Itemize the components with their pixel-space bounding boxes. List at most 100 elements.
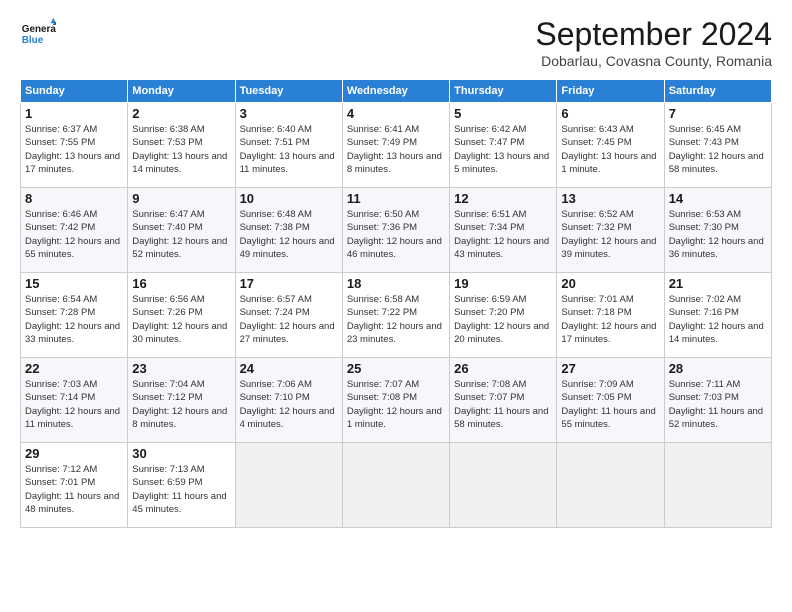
day-info: Sunrise: 6:50 AM Sunset: 7:36 PM Dayligh… xyxy=(347,208,445,261)
day-info: Sunrise: 6:45 AM Sunset: 7:43 PM Dayligh… xyxy=(669,123,767,176)
day-number: 30 xyxy=(132,446,230,461)
day-number: 6 xyxy=(561,106,659,121)
day-number: 24 xyxy=(240,361,338,376)
day-number: 16 xyxy=(132,276,230,291)
calendar-cell: 4 Sunrise: 6:41 AM Sunset: 7:49 PM Daylig… xyxy=(342,103,449,188)
day-info: Sunrise: 7:01 AM Sunset: 7:18 PM Dayligh… xyxy=(561,293,659,346)
title-block: September 2024 Dobarlau, Covasna County,… xyxy=(535,16,772,69)
svg-text:Blue: Blue xyxy=(22,35,44,46)
calendar-cell xyxy=(664,443,771,528)
day-info: Sunrise: 6:51 AM Sunset: 7:34 PM Dayligh… xyxy=(454,208,552,261)
day-info: Sunrise: 6:48 AM Sunset: 7:38 PM Dayligh… xyxy=(240,208,338,261)
day-number: 3 xyxy=(240,106,338,121)
day-number: 22 xyxy=(25,361,123,376)
page-header: General Blue September 2024 Dobarlau, Co… xyxy=(20,16,772,69)
calendar-cell: 12 Sunrise: 6:51 AM Sunset: 7:34 PM Dayli… xyxy=(450,188,557,273)
location-title: Dobarlau, Covasna County, Romania xyxy=(535,53,772,69)
day-info: Sunrise: 6:41 AM Sunset: 7:49 PM Dayligh… xyxy=(347,123,445,176)
day-info: Sunrise: 6:37 AM Sunset: 7:55 PM Dayligh… xyxy=(25,123,123,176)
calendar-week-2: 8 Sunrise: 6:46 AM Sunset: 7:42 PM Daylig… xyxy=(21,188,772,273)
day-info: Sunrise: 7:04 AM Sunset: 7:12 PM Dayligh… xyxy=(132,378,230,431)
day-info: Sunrise: 6:59 AM Sunset: 7:20 PM Dayligh… xyxy=(454,293,552,346)
day-info: Sunrise: 6:47 AM Sunset: 7:40 PM Dayligh… xyxy=(132,208,230,261)
calendar-cell: 10 Sunrise: 6:48 AM Sunset: 7:38 PM Dayli… xyxy=(235,188,342,273)
calendar-week-5: 29 Sunrise: 7:12 AM Sunset: 7:01 PM Dayli… xyxy=(21,443,772,528)
day-number: 4 xyxy=(347,106,445,121)
day-number: 12 xyxy=(454,191,552,206)
day-number: 15 xyxy=(25,276,123,291)
calendar-header-monday: Monday xyxy=(128,80,235,103)
calendar-cell: 20 Sunrise: 7:01 AM Sunset: 7:18 PM Dayli… xyxy=(557,273,664,358)
calendar-cell: 29 Sunrise: 7:12 AM Sunset: 7:01 PM Dayli… xyxy=(21,443,128,528)
logo: General Blue xyxy=(20,16,56,52)
calendar-cell: 16 Sunrise: 6:56 AM Sunset: 7:26 PM Dayli… xyxy=(128,273,235,358)
day-info: Sunrise: 7:12 AM Sunset: 7:01 PM Dayligh… xyxy=(25,463,123,516)
day-number: 14 xyxy=(669,191,767,206)
calendar-cell: 13 Sunrise: 6:52 AM Sunset: 7:32 PM Dayli… xyxy=(557,188,664,273)
calendar-cell: 14 Sunrise: 6:53 AM Sunset: 7:30 PM Dayli… xyxy=(664,188,771,273)
calendar-week-3: 15Sunrise: 6:54 AM Sunset: 7:28 PM Dayli… xyxy=(21,273,772,358)
calendar-cell: 24 Sunrise: 7:06 AM Sunset: 7:10 PM Dayli… xyxy=(235,358,342,443)
calendar-cell xyxy=(450,443,557,528)
calendar-header-friday: Friday xyxy=(557,80,664,103)
calendar-header-tuesday: Tuesday xyxy=(235,80,342,103)
calendar-cell: 17 Sunrise: 6:57 AM Sunset: 7:24 PM Dayli… xyxy=(235,273,342,358)
day-info: Sunrise: 6:40 AM Sunset: 7:51 PM Dayligh… xyxy=(240,123,338,176)
day-number: 26 xyxy=(454,361,552,376)
day-number: 17 xyxy=(240,276,338,291)
day-number: 10 xyxy=(240,191,338,206)
day-info: Sunrise: 7:07 AM Sunset: 7:08 PM Dayligh… xyxy=(347,378,445,431)
svg-text:General: General xyxy=(22,24,56,35)
calendar-cell: 28Sunrise: 7:11 AM Sunset: 7:03 PM Dayli… xyxy=(664,358,771,443)
day-info: Sunrise: 7:13 AM Sunset: 6:59 PM Dayligh… xyxy=(132,463,230,516)
calendar-cell: 30 Sunrise: 7:13 AM Sunset: 6:59 PM Dayli… xyxy=(128,443,235,528)
calendar-cell: 18 Sunrise: 6:58 AM Sunset: 7:22 PM Dayli… xyxy=(342,273,449,358)
day-number: 7 xyxy=(669,106,767,121)
day-number: 5 xyxy=(454,106,552,121)
calendar-header-sunday: Sunday xyxy=(21,80,128,103)
calendar-cell xyxy=(342,443,449,528)
calendar-cell: 6 Sunrise: 6:43 AM Sunset: 7:45 PM Daylig… xyxy=(557,103,664,188)
calendar-cell xyxy=(557,443,664,528)
calendar-week-1: 1 Sunrise: 6:37 AM Sunset: 7:55 PM Daylig… xyxy=(21,103,772,188)
day-number: 20 xyxy=(561,276,659,291)
day-number: 13 xyxy=(561,191,659,206)
day-number: 29 xyxy=(25,446,123,461)
calendar-cell: 15Sunrise: 6:54 AM Sunset: 7:28 PM Dayli… xyxy=(21,273,128,358)
day-info: Sunrise: 7:06 AM Sunset: 7:10 PM Dayligh… xyxy=(240,378,338,431)
day-info: Sunrise: 7:02 AM Sunset: 7:16 PM Dayligh… xyxy=(669,293,767,346)
calendar-cell: 7 Sunrise: 6:45 AM Sunset: 7:43 PM Daylig… xyxy=(664,103,771,188)
day-info: Sunrise: 6:52 AM Sunset: 7:32 PM Dayligh… xyxy=(561,208,659,261)
day-info: Sunrise: 6:53 AM Sunset: 7:30 PM Dayligh… xyxy=(669,208,767,261)
day-number: 8 xyxy=(25,191,123,206)
calendar-cell: 11 Sunrise: 6:50 AM Sunset: 7:36 PM Dayli… xyxy=(342,188,449,273)
calendar-cell: 21 Sunrise: 7:02 AM Sunset: 7:16 PM Dayli… xyxy=(664,273,771,358)
day-info: Sunrise: 6:43 AM Sunset: 7:45 PM Dayligh… xyxy=(561,123,659,176)
day-number: 25 xyxy=(347,361,445,376)
calendar-cell xyxy=(235,443,342,528)
calendar-table: SundayMondayTuesdayWednesdayThursdayFrid… xyxy=(20,79,772,528)
day-info: Sunrise: 7:03 AM Sunset: 7:14 PM Dayligh… xyxy=(25,378,123,431)
calendar-cell: 1 Sunrise: 6:37 AM Sunset: 7:55 PM Daylig… xyxy=(21,103,128,188)
day-info: Sunrise: 7:09 AM Sunset: 7:05 PM Dayligh… xyxy=(561,378,659,431)
calendar-header-thursday: Thursday xyxy=(450,80,557,103)
calendar-cell: 27Sunrise: 7:09 AM Sunset: 7:05 PM Dayli… xyxy=(557,358,664,443)
calendar-cell: 9 Sunrise: 6:47 AM Sunset: 7:40 PM Daylig… xyxy=(128,188,235,273)
day-number: 23 xyxy=(132,361,230,376)
calendar-cell: 25 Sunrise: 7:07 AM Sunset: 7:08 PM Dayli… xyxy=(342,358,449,443)
day-info: Sunrise: 6:42 AM Sunset: 7:47 PM Dayligh… xyxy=(454,123,552,176)
day-number: 21 xyxy=(669,276,767,291)
day-info: Sunrise: 6:57 AM Sunset: 7:24 PM Dayligh… xyxy=(240,293,338,346)
day-number: 9 xyxy=(132,191,230,206)
day-number: 11 xyxy=(347,191,445,206)
day-info: Sunrise: 6:56 AM Sunset: 7:26 PM Dayligh… xyxy=(132,293,230,346)
calendar-cell: 23 Sunrise: 7:04 AM Sunset: 7:12 PM Dayli… xyxy=(128,358,235,443)
calendar-cell: 22 Sunrise: 7:03 AM Sunset: 7:14 PM Dayli… xyxy=(21,358,128,443)
day-info: Sunrise: 6:46 AM Sunset: 7:42 PM Dayligh… xyxy=(25,208,123,261)
calendar-week-4: 22 Sunrise: 7:03 AM Sunset: 7:14 PM Dayli… xyxy=(21,358,772,443)
day-number: 1 xyxy=(25,106,123,121)
day-number: 18 xyxy=(347,276,445,291)
day-info: Sunrise: 6:38 AM Sunset: 7:53 PM Dayligh… xyxy=(132,123,230,176)
day-info: Sunrise: 6:58 AM Sunset: 7:22 PM Dayligh… xyxy=(347,293,445,346)
calendar-cell: 8 Sunrise: 6:46 AM Sunset: 7:42 PM Daylig… xyxy=(21,188,128,273)
